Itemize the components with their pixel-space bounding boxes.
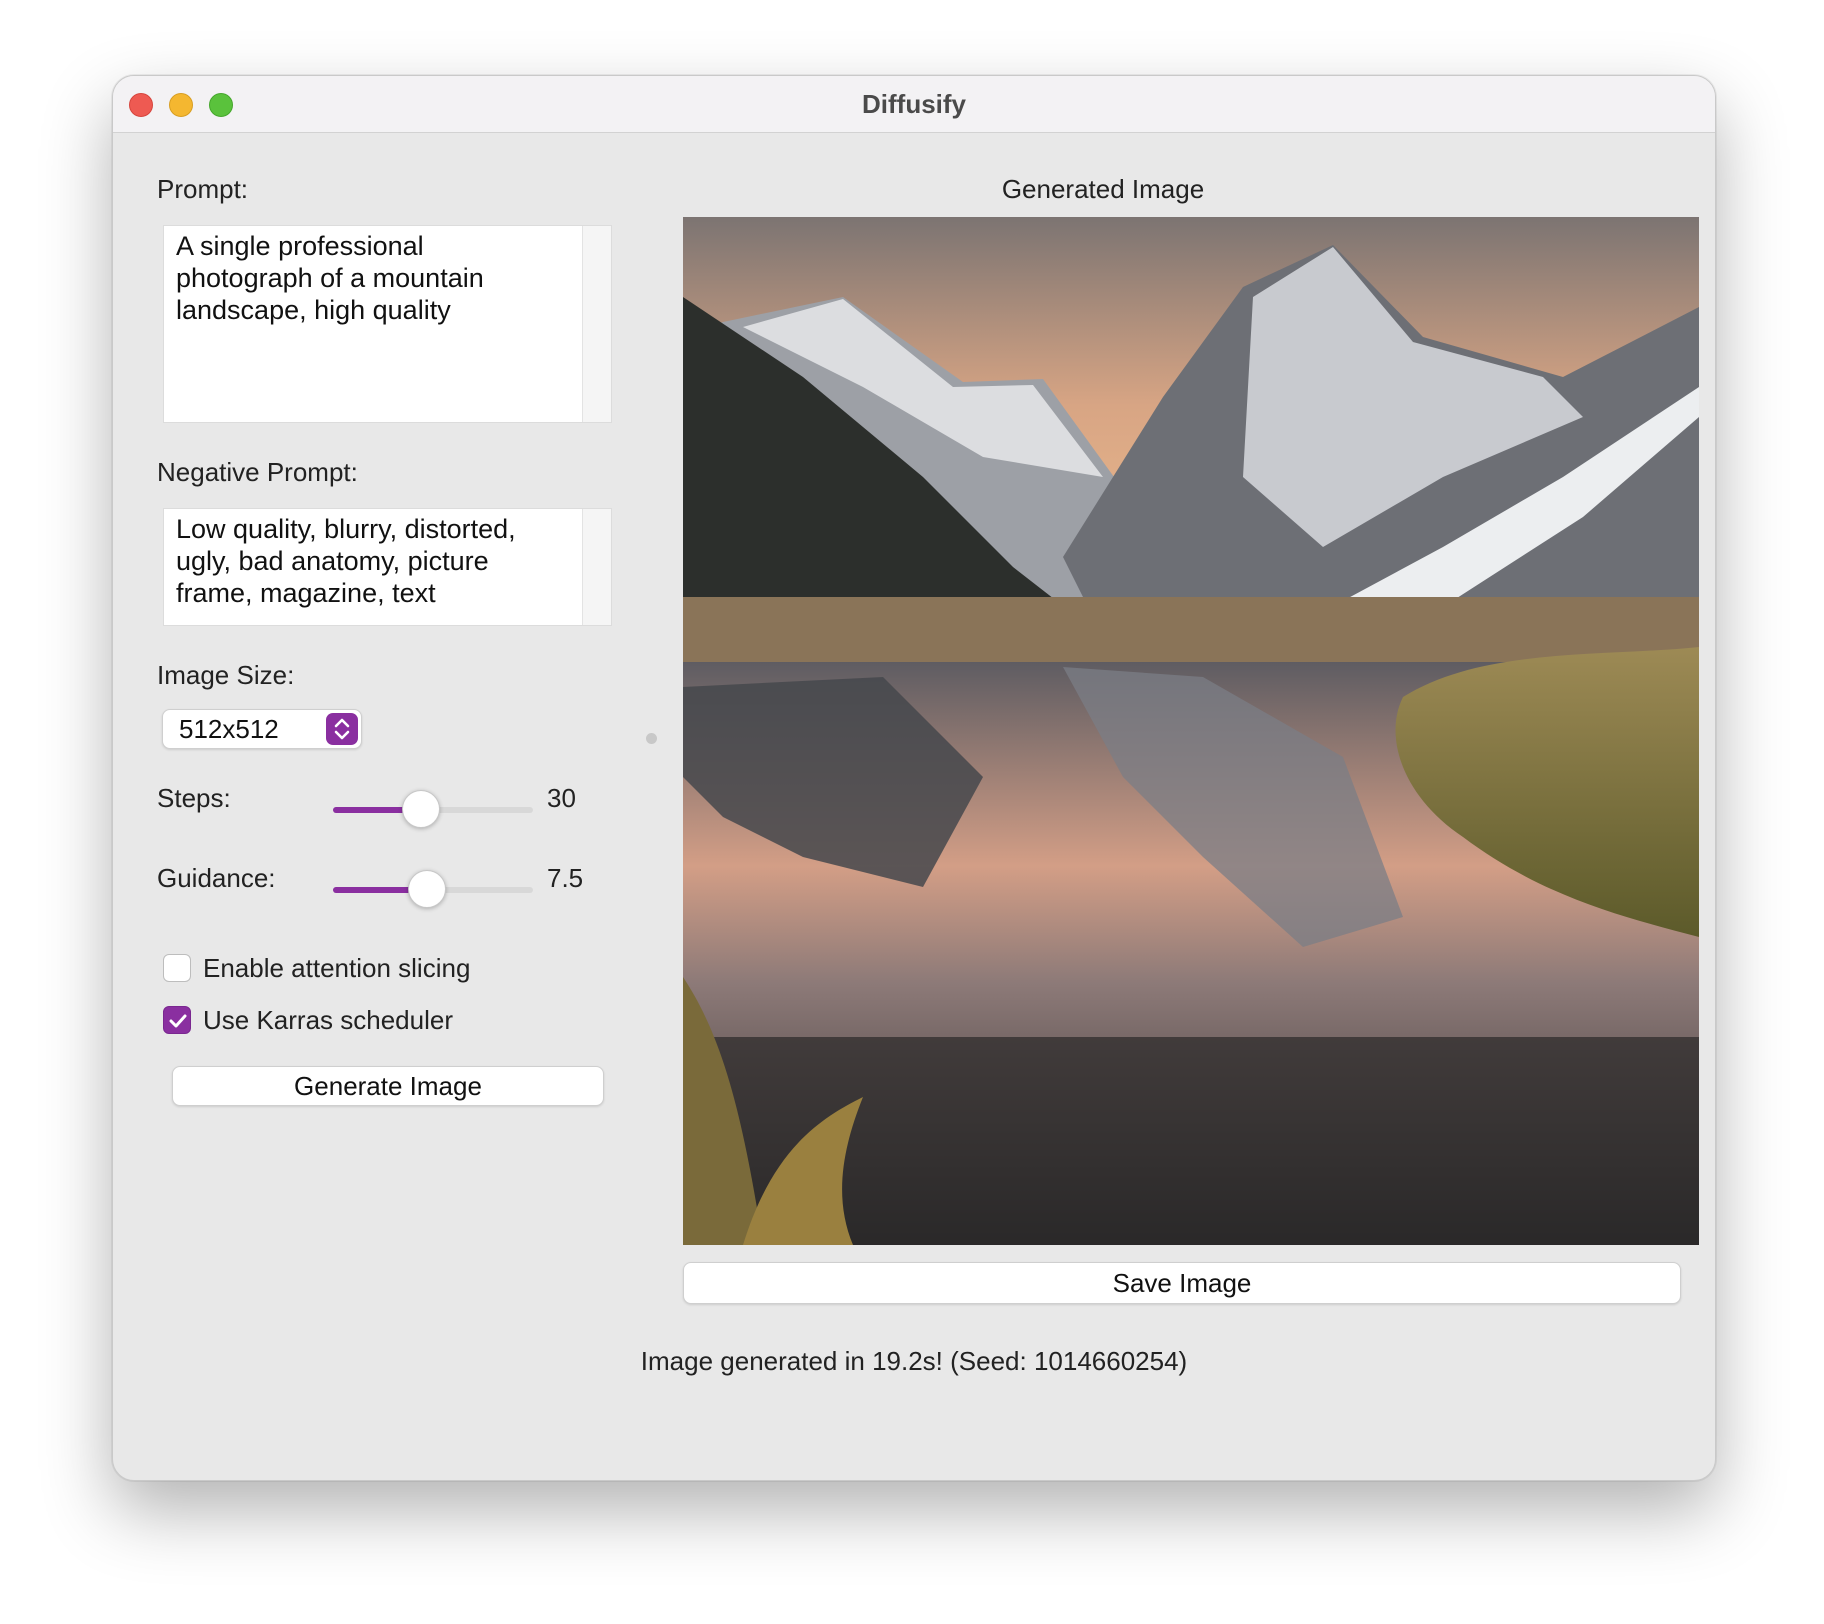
guidance-label: Guidance: xyxy=(157,863,276,893)
app-window: Diffusify Prompt: A single professional … xyxy=(112,75,1716,1481)
image-size-select[interactable]: 512x512 xyxy=(162,709,362,749)
status-message: Image generated in 19.2s! (Seed: 1014660… xyxy=(640,1346,1188,1376)
negative-prompt-input[interactable]: Low quality, blurry, distorted, ugly, ba… xyxy=(163,508,612,626)
guidance-value: 7.5 xyxy=(547,863,584,893)
splitter-handle[interactable] xyxy=(646,733,657,744)
image-size-value: 512x512 xyxy=(179,714,279,744)
window-title: Diffusify xyxy=(862,89,966,119)
checkmark-icon xyxy=(169,1014,187,1028)
steps-slider[interactable] xyxy=(333,789,533,829)
prompt-input[interactable]: A single professional photograph of a mo… xyxy=(163,225,612,423)
mountain-landscape-image xyxy=(683,217,1699,1245)
prompt-scrollbar[interactable] xyxy=(582,226,611,422)
negative-prompt-text: Low quality, blurry, distorted, ugly, ba… xyxy=(176,514,516,608)
guidance-slider[interactable] xyxy=(333,869,533,909)
generated-image xyxy=(683,217,1699,1245)
title-bar: Diffusify xyxy=(113,76,1715,133)
negative-prompt-scrollbar[interactable] xyxy=(582,509,611,625)
karras-scheduler-checkbox[interactable] xyxy=(163,1006,191,1034)
guidance-slider-thumb[interactable] xyxy=(408,870,446,908)
karras-scheduler-label[interactable]: Use Karras scheduler xyxy=(203,1005,453,1036)
steps-slider-thumb[interactable] xyxy=(402,790,440,828)
prompt-label: Prompt: xyxy=(157,174,249,204)
attention-slicing-checkbox[interactable] xyxy=(163,954,191,982)
steps-label: Steps: xyxy=(157,783,231,813)
prompt-text: A single professional photograph of a mo… xyxy=(176,231,484,325)
generate-image-button[interactable]: Generate Image xyxy=(172,1066,604,1106)
negative-prompt-label: Negative Prompt: xyxy=(157,457,358,487)
image-size-label: Image Size: xyxy=(157,660,295,690)
save-image-button[interactable]: Save Image xyxy=(683,1262,1681,1304)
steps-value: 30 xyxy=(547,783,576,813)
chevron-updown-icon xyxy=(326,713,358,745)
attention-slicing-label[interactable]: Enable attention slicing xyxy=(203,953,470,984)
generated-image-title: Generated Image xyxy=(1001,174,1205,204)
